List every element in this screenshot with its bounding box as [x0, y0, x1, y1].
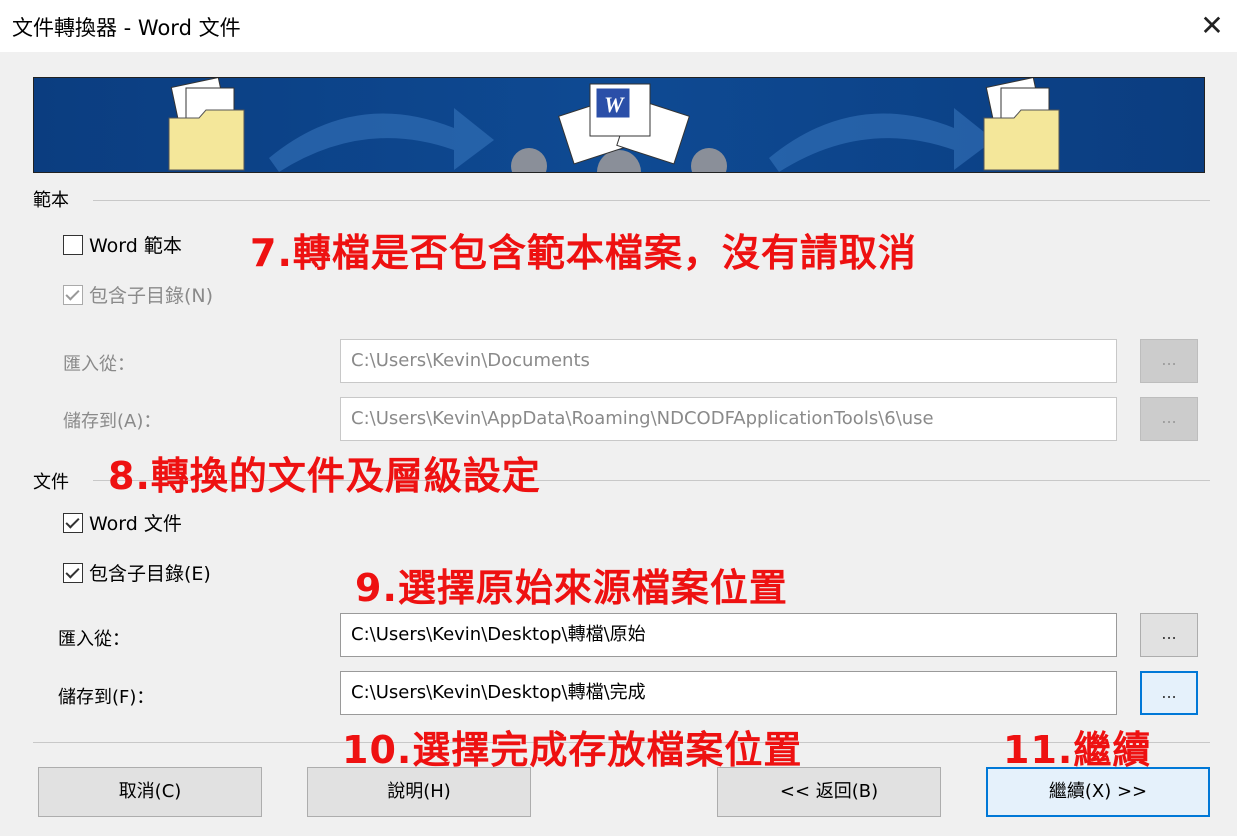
word-document-label: Word 文件 [89, 513, 182, 535]
document-save-browse-button[interactable]: ... [1140, 671, 1198, 715]
document-import-browse-button[interactable]: ... [1140, 613, 1198, 657]
window-title: 文件轉換器 - Word 文件 [12, 16, 241, 40]
template-include-subdirs-label: 包含子目錄(N) [89, 285, 214, 307]
folder-icon [983, 78, 1060, 171]
document-include-subdirs-label: 包含子目錄(E) [89, 563, 211, 585]
document-include-subdirs-checkbox[interactable]: 包含子目錄(E) [63, 559, 211, 586]
template-save-browse-button[interactable]: ... [1140, 397, 1198, 441]
word-template-checkbox[interactable]: Word 範本 [63, 231, 182, 258]
annotation-step-10: 10.選擇完成存放檔案位置 [342, 728, 803, 772]
document-save-to-field[interactable]: C:\Users\Kevin\Desktop\轉檔\完成 [340, 671, 1117, 715]
word-document-checkbox[interactable]: Word 文件 [63, 509, 182, 536]
banner-graphic: W [34, 78, 1204, 172]
wizard-banner: W [33, 77, 1205, 173]
annotation-step-7: 7.轉檔是否包含範本檔案，沒有請取消 [250, 231, 917, 275]
svg-text:W: W [604, 92, 625, 117]
template-group-divider [93, 200, 1210, 201]
template-include-subdirs-checkbox[interactable]: 包含子目錄(N) [63, 281, 213, 308]
checkbox-box[interactable] [63, 234, 83, 255]
document-import-from-label: 匯入從： [58, 629, 130, 650]
document-import-from-field[interactable]: C:\Users\Kevin\Desktop\轉檔\原始 [340, 613, 1117, 657]
template-save-to-label: 儲存到(A)： [63, 411, 162, 432]
document-save-to-label: 儲存到(F)： [58, 687, 155, 708]
annotation-step-9: 9.選擇原始來源檔案位置 [355, 566, 788, 610]
next-button[interactable]: 繼續(X) >> [986, 767, 1210, 817]
checkbox-box[interactable] [63, 284, 83, 305]
folder-icon [168, 78, 245, 171]
template-import-from-field[interactable]: C:\Users\Kevin\Documents [340, 339, 1117, 383]
back-button[interactable]: << 返回(B) [717, 767, 941, 817]
checkbox-box[interactable] [63, 512, 83, 533]
checkbox-box[interactable] [63, 562, 83, 583]
word-template-label: Word 範本 [89, 235, 182, 257]
template-import-browse-button[interactable]: ... [1140, 339, 1198, 383]
help-button[interactable]: 說明(H) [307, 767, 531, 817]
annotation-step-11: 11.繼續 [1003, 728, 1152, 772]
template-save-to-field[interactable]: C:\Users\Kevin\AppData\Roaming\NDCODFApp… [340, 397, 1117, 441]
template-import-from-label: 匯入從： [63, 354, 135, 375]
close-icon[interactable]: ✕ [1196, 10, 1228, 42]
annotation-step-8: 8.轉換的文件及層級設定 [108, 454, 541, 498]
cancel-button[interactable]: 取消(C) [38, 767, 262, 817]
document-group-label: 文件 [33, 472, 69, 493]
template-group-label: 範本 [33, 190, 69, 211]
